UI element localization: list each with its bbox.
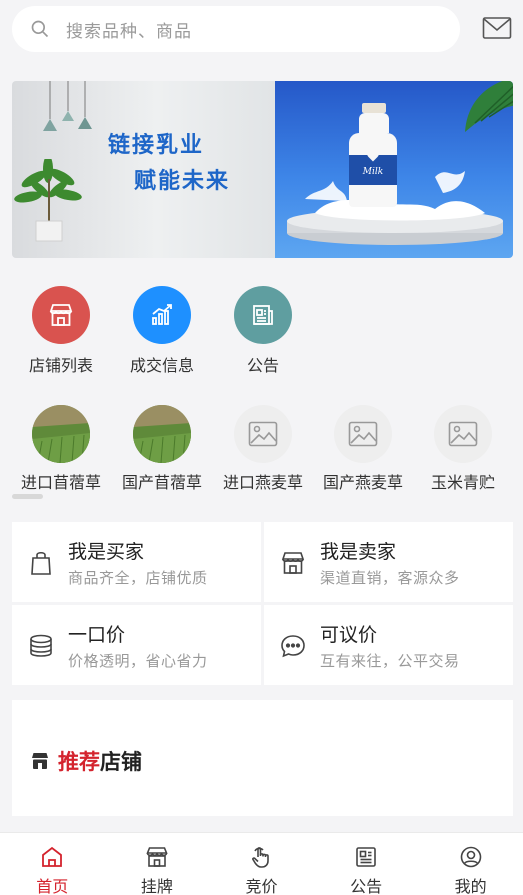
tab-bidding[interactable]: 竞价 xyxy=(209,833,314,895)
mail-icon[interactable] xyxy=(482,16,512,40)
store-icon xyxy=(32,753,48,769)
milk-bottle-label: Milk xyxy=(362,167,384,177)
role-title: 我是卖家 xyxy=(320,541,397,563)
shopping-bag-icon xyxy=(31,551,51,575)
search-placeholder: 搜索品种、商品 xyxy=(66,21,192,42)
listing-icon xyxy=(146,847,168,867)
promo-banner[interactable]: 链接乳业 赋能未来 Milk xyxy=(12,81,513,258)
notice-icon xyxy=(234,286,292,344)
search-input[interactable]: 搜索品种、商品 xyxy=(12,6,460,52)
category-label: 进口苜蓿草 xyxy=(21,473,102,492)
quick-link-deal-info[interactable]: 成交信息 xyxy=(112,286,212,376)
role-title: 一口价 xyxy=(68,624,126,646)
role-subtitle: 商品齐全，店铺优质 xyxy=(68,569,208,587)
quick-link-store-list[interactable]: 店铺列表 xyxy=(11,286,111,376)
potted-plant-icon xyxy=(14,159,82,242)
category-label: 国产燕麦草 xyxy=(323,473,404,492)
category-label: 国产苜蓿草 xyxy=(122,473,203,492)
recommended-stores-section: 推荐 店铺 xyxy=(12,700,513,816)
shop-icon xyxy=(281,552,305,574)
bottom-tab-bar: 首页 挂牌 竞价 公告 我的 xyxy=(0,832,523,895)
image-placeholder-icon xyxy=(434,405,492,463)
category-item[interactable]: 进口苜蓿草 xyxy=(11,405,111,493)
alfalfa-photo xyxy=(32,405,90,463)
banner-slogan-line2: 赋能未来 xyxy=(134,169,231,194)
alfalfa-photo xyxy=(133,405,191,463)
milk-bottle: Milk xyxy=(349,103,399,207)
store-icon xyxy=(32,286,90,344)
banner-right-panel: Milk xyxy=(275,81,513,258)
category-item[interactable]: 国产燕麦草 xyxy=(313,405,413,493)
coins-icon xyxy=(30,634,52,657)
role-grid: 我是买家 商品齐全，店铺优质 我是卖家 渠道直销，客源众多 一口价 价格透明，省… xyxy=(12,522,513,685)
role-subtitle: 互有来往，公平交易 xyxy=(320,652,460,670)
category-label: 进口燕麦草 xyxy=(223,473,304,492)
tab-label: 我的 xyxy=(454,877,487,895)
quick-link-label: 公告 xyxy=(246,356,279,375)
role-buyer[interactable]: 我是买家 商品齐全，店铺优质 xyxy=(12,522,261,602)
category-label: 玉米青贮 xyxy=(430,473,495,492)
role-negotiable[interactable]: 可议价 互有来往，公平交易 xyxy=(264,605,513,685)
tab-home[interactable]: 首页 xyxy=(0,833,105,895)
chart-icon xyxy=(133,286,191,344)
home-icon xyxy=(42,846,63,867)
category-scroll-indicator xyxy=(12,494,43,499)
role-seller[interactable]: 我是卖家 渠道直销，客源众多 xyxy=(264,522,513,602)
role-title: 我是买家 xyxy=(68,541,145,563)
quick-link-notice[interactable]: 公告 xyxy=(213,286,313,376)
quick-link-label: 成交信息 xyxy=(129,356,194,375)
quick-links: 店铺列表 成交信息 公告 xyxy=(0,286,523,376)
tab-announcement[interactable]: 公告 xyxy=(314,833,419,895)
role-subtitle: 渠道直销，客源众多 xyxy=(320,569,460,587)
section-title: 推荐 店铺 xyxy=(30,746,142,776)
pendant-lamp-icon xyxy=(43,81,92,131)
bid-icon xyxy=(252,847,270,868)
search-icon xyxy=(31,20,49,38)
tab-label: 竞价 xyxy=(245,877,278,895)
profile-icon xyxy=(460,846,481,868)
role-subtitle: 价格透明，省心省力 xyxy=(68,652,208,670)
category-scroller: 进口苜蓿草 国产苜蓿草 进口燕麦草 国产燕麦草 玉米青贮 xyxy=(0,405,523,495)
role-title: 可议价 xyxy=(320,624,378,646)
section-title-rest: 店铺 xyxy=(100,750,142,774)
banner-slogan-line1: 链接乳业 xyxy=(108,133,205,158)
tab-profile[interactable]: 我的 xyxy=(418,833,523,895)
quick-link-label: 店铺列表 xyxy=(28,356,93,375)
category-item[interactable]: 进口燕麦草 xyxy=(213,405,313,493)
tab-label: 挂牌 xyxy=(140,877,173,895)
image-placeholder-icon xyxy=(334,405,392,463)
tab-listing[interactable]: 挂牌 xyxy=(105,833,210,895)
image-placeholder-icon xyxy=(234,405,292,463)
tab-label: 首页 xyxy=(36,877,69,895)
role-fixed-price[interactable]: 一口价 价格透明，省心省力 xyxy=(12,605,261,685)
announcement-icon xyxy=(356,847,376,867)
banner-left-panel: 链接乳业 赋能未来 xyxy=(12,81,275,258)
category-item[interactable]: 国产苜蓿草 xyxy=(112,405,212,493)
tab-label: 公告 xyxy=(350,877,383,895)
category-item[interactable]: 玉米青贮 xyxy=(413,405,513,493)
chat-icon xyxy=(281,635,305,658)
section-title-highlight: 推荐 xyxy=(58,750,100,774)
top-bar: 搜索品种、商品 xyxy=(0,0,523,60)
